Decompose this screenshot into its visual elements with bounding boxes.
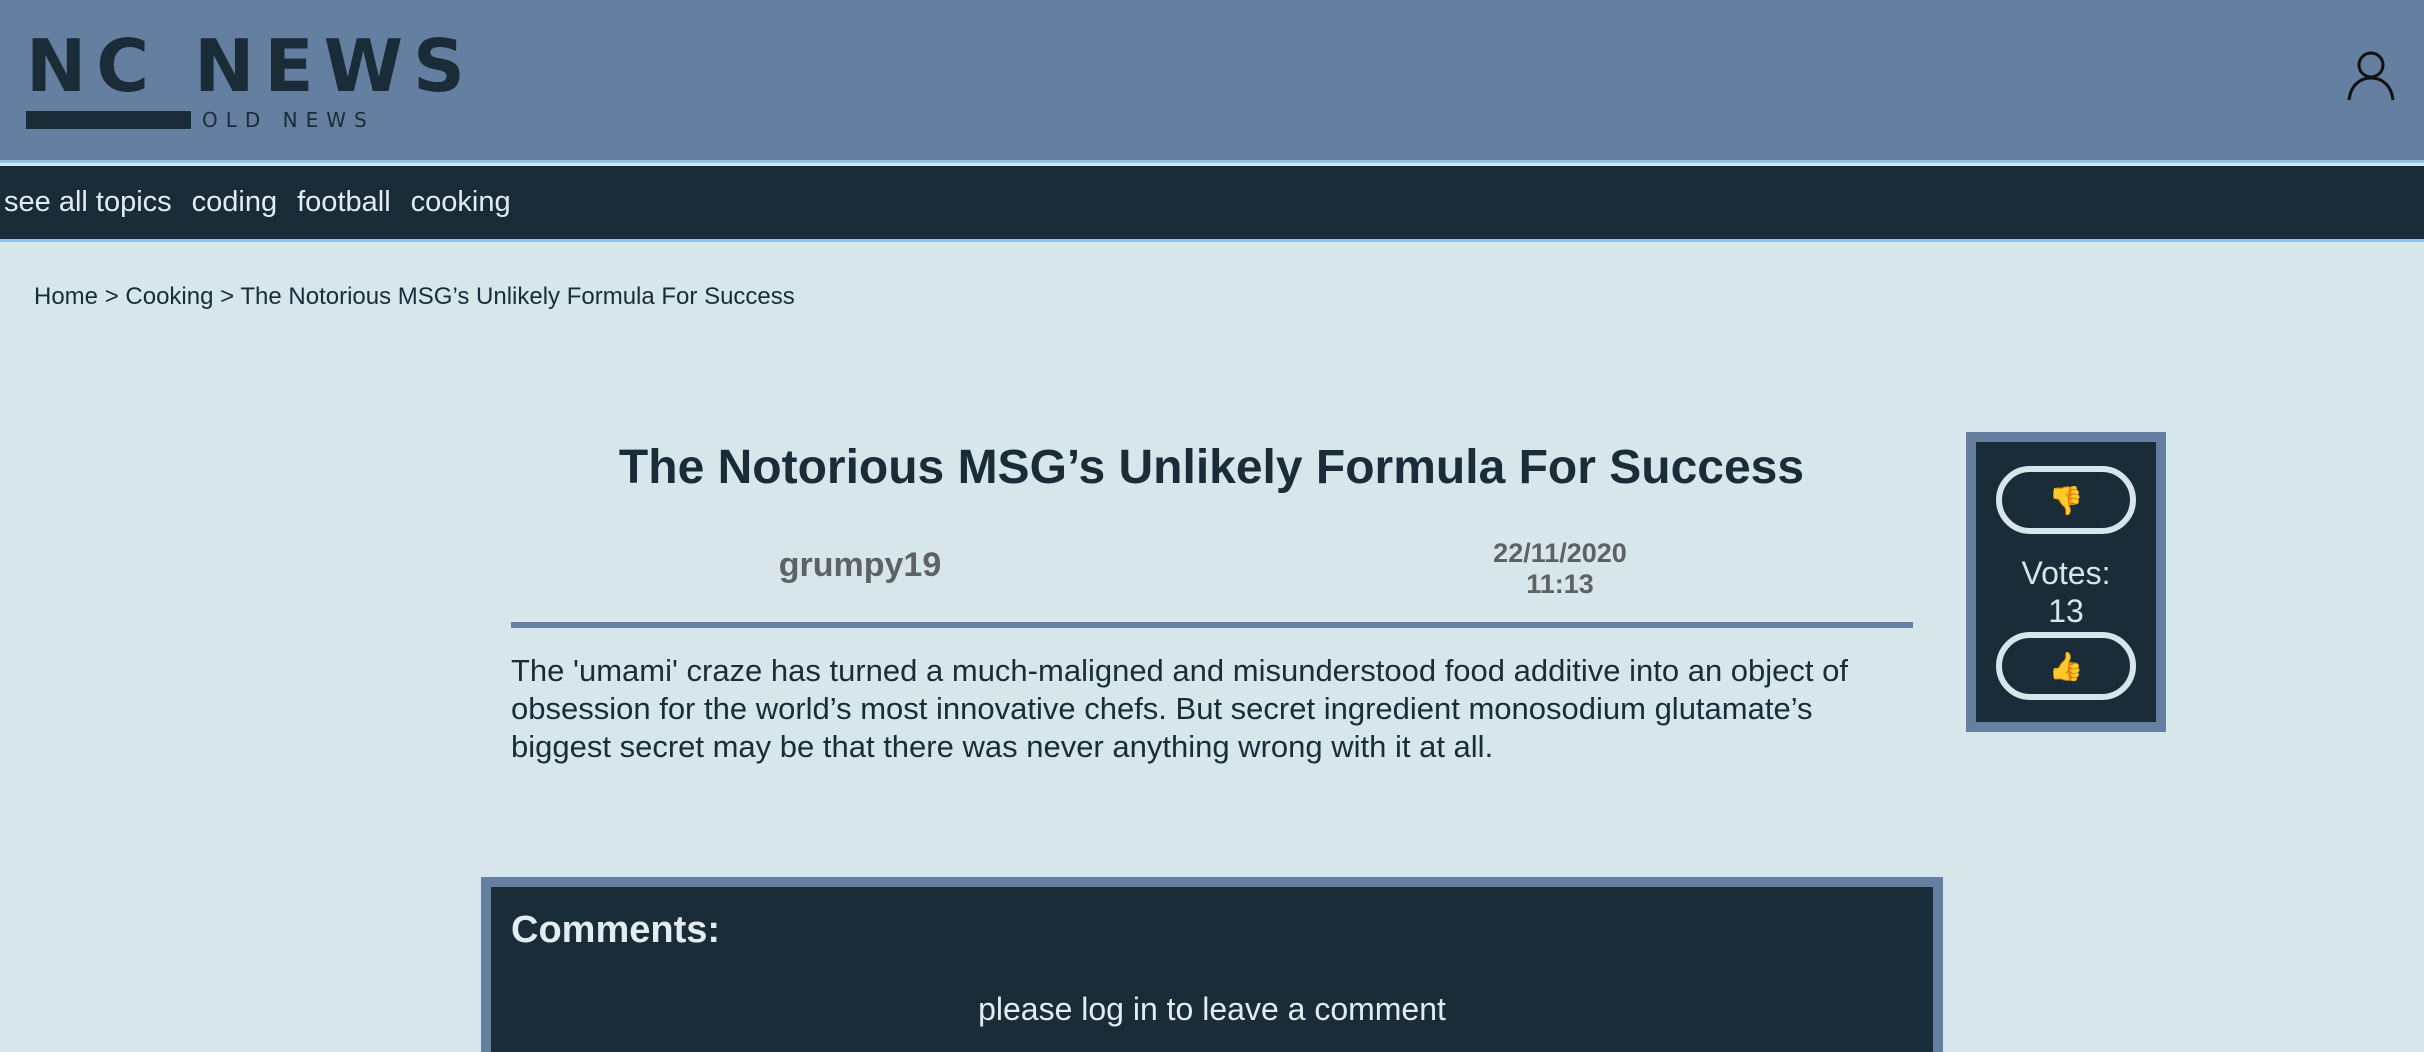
site-header: NC NEWS OLD NEWS xyxy=(0,0,2424,163)
breadcrumb-current: The Notorious MSG’s Unlikely Formula For… xyxy=(240,283,795,310)
vote-label: Votes: xyxy=(2021,555,2111,591)
article-title: The Notorious MSG’s Unlikely Formula For… xyxy=(618,441,1805,494)
upvote-button[interactable]: 👍 xyxy=(1996,632,2136,700)
nav-item-football[interactable]: football xyxy=(297,186,391,219)
vote-number: 13 xyxy=(2048,593,2084,629)
breadcrumb-home[interactable]: Home xyxy=(34,283,98,310)
breadcrumb-separator: > xyxy=(213,283,241,310)
thumbs-down-icon: 👎 xyxy=(2048,484,2084,516)
comments-heading: Comments: xyxy=(511,909,721,951)
user-icon[interactable] xyxy=(2346,50,2396,102)
login-prompt: please log in to leave a comment xyxy=(978,991,1446,1027)
downvote-button[interactable]: 👎 xyxy=(1996,466,2136,534)
vote-panel: 👎 Votes: 13 👍 xyxy=(1966,432,2166,732)
thumbs-up-icon: 👍 xyxy=(2048,650,2084,682)
nav-item-see-all-topics[interactable]: see all topics xyxy=(4,186,172,219)
site-logo[interactable]: NC NEWS OLD NEWS xyxy=(26,26,465,136)
breadcrumb: Home > Cooking > The Notorious MSG’s Unl… xyxy=(34,283,795,311)
breadcrumb-separator: > xyxy=(98,283,126,310)
breadcrumb-topic[interactable]: Cooking xyxy=(125,283,213,310)
article-date-day: 22/11/2020 xyxy=(1493,538,1627,568)
article-date-time: 11:13 xyxy=(1526,569,1594,599)
nav-item-coding[interactable]: coding xyxy=(192,186,277,219)
article-author: grumpy19 xyxy=(778,546,942,584)
article-body: The 'umami' craze has turned a much-mali… xyxy=(511,653,1848,764)
logo-bar xyxy=(26,111,191,129)
comments-section: Comments: please log in to leave a comme… xyxy=(481,877,1943,1052)
logo-title: NC NEWS xyxy=(26,24,475,108)
nav-item-cooking[interactable]: cooking xyxy=(411,186,511,219)
vote-count: Votes: 13 xyxy=(1976,554,2156,630)
article-divider xyxy=(511,622,1913,628)
logo-subtitle: OLD NEWS xyxy=(202,108,375,132)
topic-nav: see all topics coding football cooking xyxy=(0,166,2424,242)
article-date: 22/11/2020 11:13 xyxy=(1440,538,1680,600)
